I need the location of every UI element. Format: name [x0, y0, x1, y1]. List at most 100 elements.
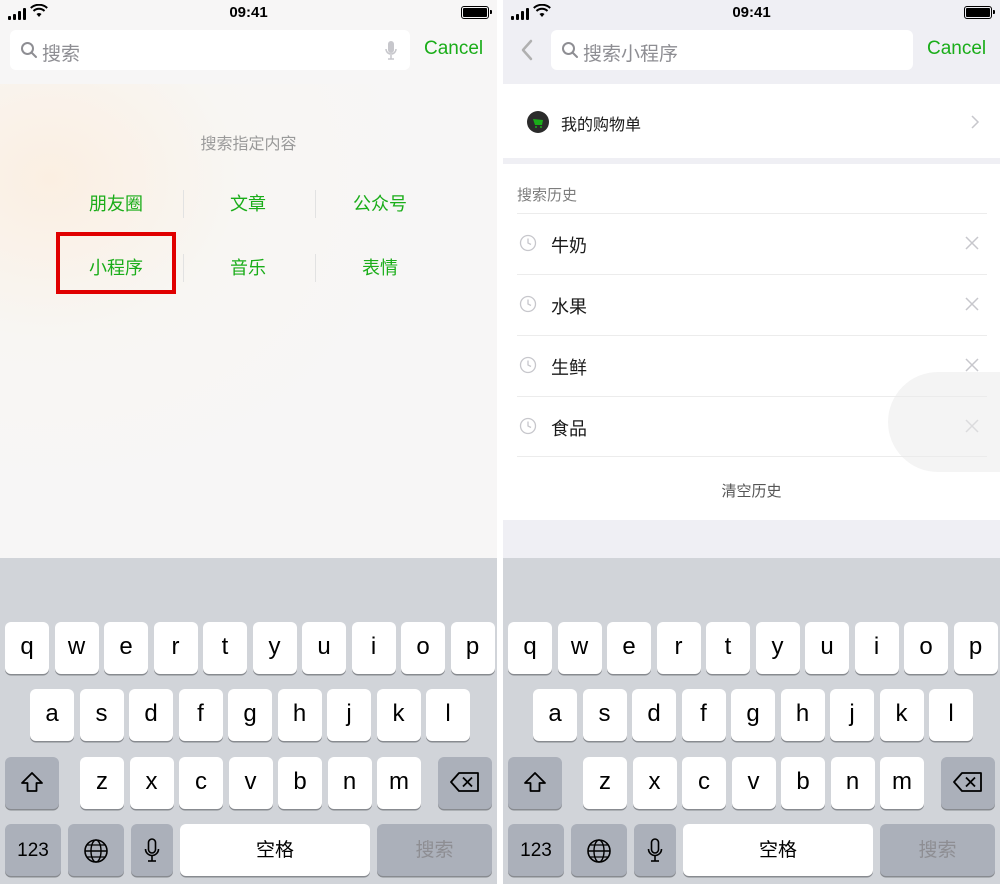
- key-m[interactable]: m: [377, 757, 421, 809]
- space-key[interactable]: 空格: [683, 824, 873, 876]
- key-q[interactable]: q: [508, 622, 552, 674]
- search-input[interactable]: 搜索: [10, 30, 410, 70]
- dictation-key[interactable]: [634, 824, 676, 876]
- clock-icon: [519, 295, 537, 313]
- search-return-key-label: 搜索: [415, 840, 454, 861]
- key-j[interactable]: j: [327, 689, 371, 741]
- key-k[interactable]: k: [879, 689, 924, 741]
- search-category-panel: 搜索指定内容 朋友圈 文章 公众号 小程序 音乐 表情: [0, 84, 497, 558]
- clear-history-button[interactable]: 清空历史: [503, 480, 1000, 501]
- key-e[interactable]: e: [607, 622, 651, 674]
- key-f[interactable]: f: [681, 689, 726, 741]
- mini-program-item[interactable]: 我的购物单: [503, 84, 1000, 158]
- key-z[interactable]: z: [80, 757, 124, 809]
- key-s[interactable]: s: [79, 689, 124, 741]
- key-m[interactable]: m: [880, 757, 924, 809]
- key-y[interactable]: y: [755, 622, 800, 674]
- close-icon[interactable]: [963, 234, 981, 252]
- category-official-accounts[interactable]: 公众号: [314, 190, 446, 216]
- key-f-label: f: [700, 700, 707, 727]
- key-d[interactable]: d: [632, 689, 676, 741]
- key-l[interactable]: l: [426, 689, 470, 741]
- globe-key[interactable]: [68, 824, 124, 876]
- key-j[interactable]: j: [830, 689, 874, 741]
- key-d-label: d: [144, 700, 158, 727]
- category-moments[interactable]: 朋友圈: [50, 190, 182, 216]
- search-return-key[interactable]: 搜索: [377, 824, 492, 876]
- key-r[interactable]: r: [656, 622, 701, 674]
- history-item[interactable]: 牛奶: [517, 213, 987, 274]
- floating-watermark-button[interactable]: [888, 372, 1000, 472]
- key-e[interactable]: e: [104, 622, 148, 674]
- key-b[interactable]: b: [278, 757, 322, 809]
- key-l[interactable]: l: [929, 689, 973, 741]
- key-d[interactable]: d: [129, 689, 173, 741]
- delete-key[interactable]: [438, 757, 492, 809]
- voice-input-icon[interactable]: [384, 40, 398, 62]
- delete-icon: [941, 771, 995, 793]
- key-x[interactable]: x: [129, 757, 174, 809]
- key-y[interactable]: y: [252, 622, 297, 674]
- search-bar: 搜索小程序 Cancel: [503, 28, 1000, 82]
- key-b[interactable]: b: [781, 757, 825, 809]
- close-icon[interactable]: [963, 295, 981, 313]
- key-g[interactable]: g: [228, 689, 272, 741]
- numbers-key[interactable]: 123: [5, 824, 61, 876]
- key-i[interactable]: i: [854, 622, 899, 674]
- dictation-key[interactable]: [131, 824, 173, 876]
- key-u[interactable]: u: [805, 622, 849, 674]
- key-a[interactable]: a: [30, 689, 74, 741]
- back-chevron-icon[interactable]: [519, 38, 535, 62]
- category-music[interactable]: 音乐: [182, 254, 314, 280]
- key-u[interactable]: u: [302, 622, 346, 674]
- key-v[interactable]: v: [228, 757, 273, 809]
- key-g[interactable]: g: [731, 689, 775, 741]
- cancel-button[interactable]: Cancel: [424, 38, 483, 60]
- globe-key[interactable]: [571, 824, 627, 876]
- key-r[interactable]: r: [153, 622, 198, 674]
- key-o[interactable]: o: [401, 622, 445, 674]
- category-stickers[interactable]: 表情: [314, 254, 446, 280]
- space-key[interactable]: 空格: [180, 824, 370, 876]
- key-a[interactable]: a: [533, 689, 577, 741]
- key-j-label: j: [849, 700, 855, 727]
- shift-key[interactable]: [508, 757, 562, 809]
- key-t[interactable]: t: [706, 622, 750, 674]
- key-p[interactable]: p: [953, 622, 998, 674]
- delete-key[interactable]: [941, 757, 995, 809]
- cancel-button[interactable]: Cancel: [927, 38, 986, 60]
- key-x-label: x: [145, 768, 158, 795]
- key-z[interactable]: z: [583, 757, 627, 809]
- key-k[interactable]: k: [376, 689, 421, 741]
- key-h[interactable]: h: [780, 689, 825, 741]
- key-s[interactable]: s: [582, 689, 627, 741]
- key-o-label: o: [919, 633, 933, 660]
- key-p[interactable]: p: [450, 622, 495, 674]
- key-x[interactable]: x: [632, 757, 677, 809]
- key-i[interactable]: i: [351, 622, 396, 674]
- key-c[interactable]: c: [179, 757, 223, 809]
- key-q[interactable]: q: [5, 622, 49, 674]
- key-t[interactable]: t: [203, 622, 247, 674]
- key-f[interactable]: f: [178, 689, 223, 741]
- key-n-label: n: [845, 768, 860, 795]
- key-h[interactable]: h: [277, 689, 322, 741]
- key-c[interactable]: c: [682, 757, 726, 809]
- key-g-label: g: [746, 700, 760, 727]
- category-articles[interactable]: 文章: [182, 190, 314, 216]
- key-o[interactable]: o: [904, 622, 948, 674]
- key-b-label: b: [293, 768, 307, 795]
- search-input[interactable]: 搜索小程序: [551, 30, 913, 70]
- key-n[interactable]: n: [830, 757, 875, 809]
- key-n[interactable]: n: [327, 757, 372, 809]
- history-item[interactable]: 水果: [517, 274, 987, 335]
- search-return-key-label: 搜索: [918, 840, 957, 861]
- search-return-key[interactable]: 搜索: [880, 824, 995, 876]
- key-v[interactable]: v: [731, 757, 776, 809]
- key-w[interactable]: w: [54, 622, 99, 674]
- numbers-key[interactable]: 123: [508, 824, 564, 876]
- key-w[interactable]: w: [557, 622, 602, 674]
- key-v-label: v: [747, 768, 760, 795]
- search-placeholder: 搜索: [42, 43, 81, 65]
- shift-key[interactable]: [5, 757, 59, 809]
